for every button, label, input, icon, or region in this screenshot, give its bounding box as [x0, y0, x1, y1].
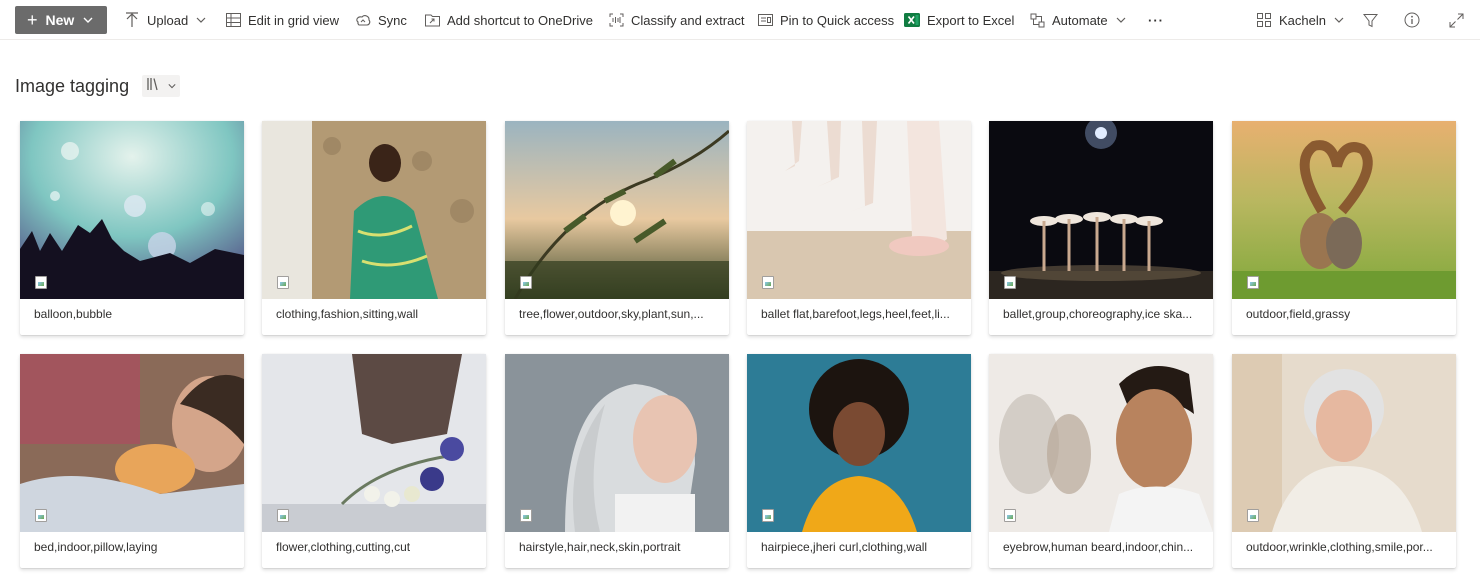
image-file-icon: [35, 276, 47, 289]
tile[interactable]: hairstyle,hair,neck,skin,portrait: [505, 354, 729, 568]
pin-icon: [757, 12, 773, 28]
tile-caption: balloon,bubble: [34, 307, 113, 321]
automate-button[interactable]: Automate: [1029, 0, 1126, 40]
plus-icon: +: [27, 10, 38, 30]
tile[interactable]: balloon,bubble: [20, 121, 244, 335]
export-excel-label: Export to Excel: [927, 12, 1015, 28]
add-shortcut-label: Add shortcut to OneDrive: [447, 12, 593, 28]
image-thumbnail: [20, 354, 244, 532]
tile-caption: outdoor,field,grassy: [1246, 307, 1351, 321]
image-thumbnail: [505, 121, 729, 299]
chevron-down-icon: [196, 13, 206, 28]
excel-icon: [904, 12, 920, 28]
more-icon: ···: [1148, 12, 1164, 28]
upload-icon: [124, 12, 140, 28]
upload-label: Upload: [147, 12, 189, 28]
tile-caption: bed,indoor,pillow,laying: [34, 540, 158, 554]
view-options-button[interactable]: Kacheln: [1256, 0, 1344, 40]
page-title: Image tagging: [15, 76, 130, 96]
tile[interactable]: outdoor,wrinkle,clothing,smile,por...: [1232, 354, 1456, 568]
classify-icon: [608, 12, 624, 28]
tile[interactable]: flower,clothing,cutting,cut: [262, 354, 486, 568]
sync-label: Sync: [378, 12, 407, 28]
tile-caption: eyebrow,human beard,indoor,chin...: [1003, 540, 1194, 554]
tile-caption: hairstyle,hair,neck,skin,portrait: [519, 540, 681, 554]
image-file-icon: [1004, 276, 1016, 289]
image-thumbnail: [262, 121, 486, 299]
image-file-icon: [35, 509, 47, 522]
image-file-icon: [1247, 509, 1259, 522]
classify-extract-label: Classify and extract: [631, 12, 745, 28]
image-file-icon: [1004, 509, 1016, 522]
tile-caption: ballet,group,choreography,ice ska...: [1003, 307, 1193, 321]
tiles-view-icon: [1256, 12, 1272, 28]
edit-grid-view-button[interactable]: Edit in grid view: [225, 0, 339, 40]
image-thumbnail: [262, 354, 486, 532]
tile-caption: hairpiece,jheri curl,clothing,wall: [761, 540, 928, 554]
automate-label: Automate: [1052, 12, 1108, 28]
image-thumbnail: [505, 354, 729, 532]
image-thumbnail: [989, 354, 1213, 532]
image-thumbnail: [989, 121, 1213, 299]
tile-caption: clothing,fashion,sitting,wall: [276, 307, 419, 321]
more-options-button[interactable]: ···: [1148, 0, 1164, 40]
image-file-icon: [762, 276, 774, 289]
export-excel-button[interactable]: Export to Excel: [904, 0, 1014, 40]
image-file-icon: [277, 509, 289, 522]
image-thumbnail: [1232, 354, 1456, 532]
image-thumbnail: [1232, 121, 1456, 299]
tile-caption: outdoor,wrinkle,clothing,smile,por...: [1246, 540, 1433, 554]
info-icon[interactable]: [1404, 12, 1420, 28]
add-shortcut-button[interactable]: Add shortcut to OneDrive: [424, 0, 593, 40]
tile[interactable]: ballet,group,choreography,ice ska...: [989, 121, 1213, 335]
shortcut-icon: [424, 12, 440, 28]
chevron-down-icon: [83, 12, 93, 28]
library-icon: [146, 77, 163, 96]
pin-quick-access-button[interactable]: Pin to Quick access: [757, 0, 894, 40]
image-file-icon: [277, 276, 289, 289]
library-view-switcher[interactable]: [142, 75, 180, 97]
chevron-down-icon: [1116, 13, 1126, 28]
new-label: New: [45, 12, 75, 28]
sync-button[interactable]: Sync: [355, 0, 407, 40]
tile[interactable]: outdoor,field,grassy: [1232, 121, 1456, 335]
tile-caption: flower,clothing,cutting,cut: [276, 540, 411, 554]
image-file-icon: [520, 509, 532, 522]
image-file-icon: [520, 276, 532, 289]
tile[interactable]: hairpiece,jheri curl,clothing,wall: [747, 354, 971, 568]
tile[interactable]: tree,flower,outdoor,sky,plant,sun,...: [505, 121, 729, 335]
image-thumbnail: [747, 354, 971, 532]
image-thumbnail: [747, 121, 971, 299]
tile-caption: tree,flower,outdoor,sky,plant,sun,...: [519, 307, 704, 321]
image-thumbnail: [20, 121, 244, 299]
tile-caption: ballet flat,barefoot,legs,heel,feet,li..…: [761, 307, 950, 321]
image-file-icon: [762, 509, 774, 522]
edit-grid-view-label: Edit in grid view: [248, 12, 340, 28]
pin-quick-access-label: Pin to Quick access: [780, 12, 895, 28]
tile[interactable]: bed,indoor,pillow,laying: [20, 354, 244, 568]
chevron-down-icon: [167, 77, 176, 95]
sync-icon: [355, 12, 371, 28]
grid-icon: [225, 12, 241, 28]
expand-icon[interactable]: [1448, 12, 1464, 28]
view-options-label: Kacheln: [1279, 12, 1326, 28]
filter-icon[interactable]: [1362, 12, 1378, 28]
image-file-icon: [1247, 276, 1259, 289]
tile[interactable]: ballet flat,barefoot,legs,heel,feet,li..…: [747, 121, 971, 335]
tile[interactable]: clothing,fashion,sitting,wall: [262, 121, 486, 335]
upload-button[interactable]: Upload: [124, 0, 206, 40]
chevron-down-icon: [1334, 13, 1344, 28]
automate-icon: [1029, 12, 1045, 28]
command-bar: + New Upload Edit in grid view Sync Add …: [0, 0, 1480, 40]
tile[interactable]: eyebrow,human beard,indoor,chin...: [989, 354, 1213, 568]
classify-extract-button[interactable]: Classify and extract: [608, 0, 744, 40]
new-button[interactable]: + New: [15, 6, 107, 34]
